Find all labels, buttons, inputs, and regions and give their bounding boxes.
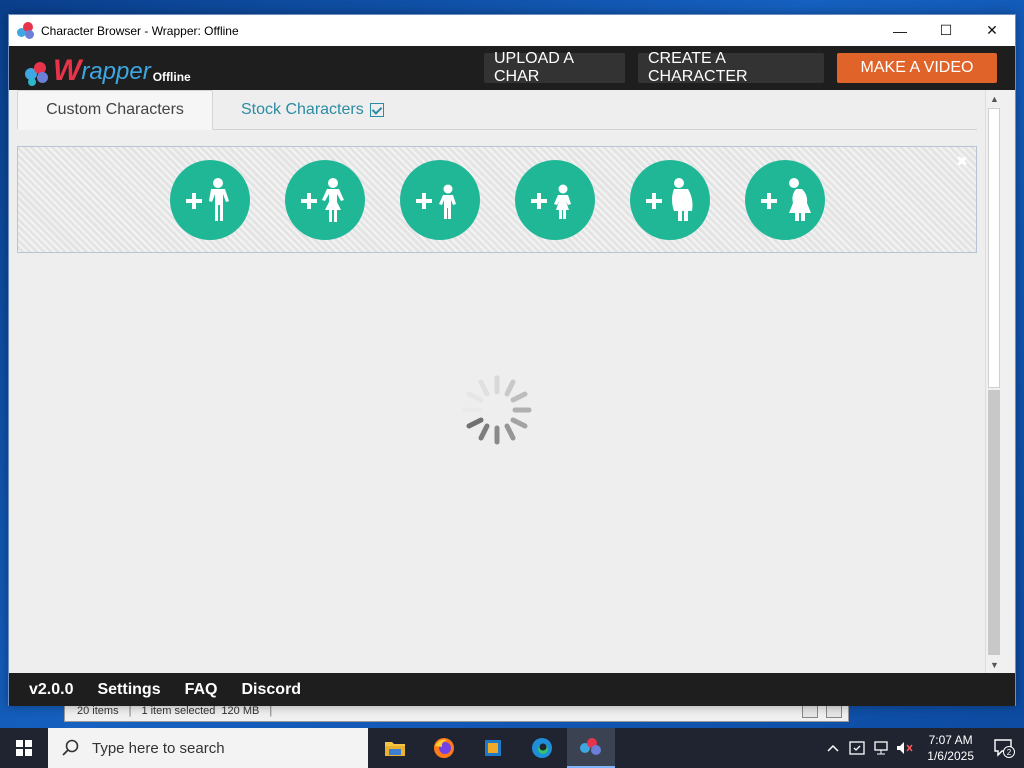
discord-link[interactable]: Discord — [242, 681, 302, 699]
add-man-button[interactable] — [170, 160, 250, 240]
wrapper-logo: W rapper Offline — [25, 52, 191, 86]
close-panel-icon[interactable]: ✖ — [956, 153, 968, 170]
explorer-selected-size: 120 MB — [221, 705, 260, 717]
tab-stock-characters[interactable]: Stock Characters — [241, 90, 391, 130]
logo-bubbles-icon — [25, 58, 55, 86]
clock-time: 7:07 AM — [928, 733, 973, 747]
title-bar[interactable]: Character Browser - Wrapper: Offline — ☐… — [9, 15, 1015, 46]
loading-spinner-icon — [462, 375, 532, 445]
taskbar-search-box[interactable]: Type here to search — [48, 728, 368, 768]
logo-w: W — [53, 54, 82, 87]
volume-muted-icon[interactable] — [893, 741, 917, 755]
upload-char-button[interactable]: UPLOAD A CHAR — [484, 50, 625, 85]
network-icon[interactable] — [869, 741, 893, 755]
tab-custom-characters[interactable]: Custom Characters — [17, 90, 213, 130]
firefox-icon — [434, 738, 454, 758]
search-placeholder: Type here to search — [92, 739, 225, 757]
app-header: W rapper Offline UPLOAD A CHAR CREATE A … — [9, 46, 1015, 90]
wrapper-app-icon — [17, 21, 35, 40]
version-label: v2.0.0 — [29, 680, 74, 698]
system-tray: 7:07 AM 1/6/2025 2 — [821, 728, 1024, 768]
scrollbar-track[interactable] — [988, 390, 1000, 655]
scroll-down-arrow-icon[interactable]: ▼ — [986, 656, 1003, 673]
add-girl-button[interactable] — [515, 160, 595, 240]
show-hidden-icons-chevron-icon[interactable] — [821, 744, 845, 752]
details-view-icon[interactable] — [802, 704, 818, 718]
windows-logo-icon — [16, 740, 32, 756]
add-boy-icon — [416, 184, 456, 219]
explorer-view-toggle[interactable] — [802, 704, 842, 718]
character-tabs: Custom Characters Stock Characters — [17, 90, 977, 130]
scrollbar-thumb[interactable] — [988, 108, 1000, 388]
add-large-woman-button[interactable] — [745, 160, 825, 240]
explorer-item-count: 20 items — [77, 705, 119, 717]
vertical-scrollbar[interactable]: ▲ ▼ — [985, 90, 1002, 673]
minimize-button[interactable]: — — [877, 15, 923, 46]
add-large-woman-icon — [761, 178, 811, 221]
add-large-man-icon — [646, 178, 693, 221]
edge-icon — [532, 738, 552, 758]
explorer-selected-count: 1 item selected — [141, 705, 216, 717]
maximize-button[interactable]: ☐ — [923, 15, 969, 46]
character-browser-content: Custom Characters Stock Characters ✖ — [9, 90, 985, 673]
faq-link[interactable]: FAQ — [185, 681, 218, 699]
app-footer: v2.0.0 Settings FAQ Discord — [9, 673, 1015, 706]
checkbox-dropdown-icon[interactable] — [369, 103, 384, 117]
start-button[interactable] — [0, 728, 48, 768]
taskbar-firefox[interactable] — [420, 728, 468, 768]
window-title: Character Browser - Wrapper: Offline — [41, 23, 239, 38]
close-button[interactable]: ✕ — [969, 15, 1015, 46]
scroll-up-arrow-icon[interactable]: ▲ — [986, 90, 1003, 107]
notification-count: 2 — [1007, 748, 1012, 757]
virtualbox-icon — [485, 740, 501, 756]
logo-text: rapper — [81, 58, 151, 85]
window-controls: — ☐ ✕ — [877, 15, 1015, 46]
folder-icon — [385, 742, 405, 756]
add-woman-icon — [301, 178, 344, 222]
character-browser-window: Character Browser - Wrapper: Offline — ☐… — [8, 14, 1016, 706]
add-woman-button[interactable] — [285, 160, 365, 240]
create-character-button[interactable]: CREATE A CHARACTER — [638, 50, 824, 85]
taskbar-clock[interactable]: 7:07 AM 1/6/2025 — [917, 732, 984, 764]
search-icon — [62, 739, 79, 756]
notification-icon: 2 — [994, 739, 1015, 758]
action-center-button[interactable]: 2 — [984, 738, 1024, 758]
wrapper-taskbar-icon — [580, 738, 601, 755]
add-boy-button[interactable] — [400, 160, 480, 240]
logo-offline-tag: Offline — [152, 70, 191, 84]
taskbar-file-explorer[interactable] — [371, 728, 419, 768]
taskbar-wrapper-app[interactable] — [567, 728, 615, 768]
make-video-button[interactable]: MAKE A VIDEO — [837, 53, 997, 83]
add-character-panel: ✖ — [17, 146, 977, 253]
settings-link[interactable]: Settings — [97, 681, 160, 699]
tiles-view-icon[interactable] — [826, 704, 842, 718]
taskbar-edge[interactable] — [518, 728, 566, 768]
add-large-man-button[interactable] — [630, 160, 710, 240]
taskbar: Type here to search 7:07 AM 1/6/2025 2 — [0, 728, 1024, 768]
tab-stock-label: Stock Characters — [241, 101, 364, 118]
clock-date: 1/6/2025 — [927, 749, 974, 763]
security-icon[interactable] — [845, 741, 869, 755]
add-girl-icon — [531, 184, 571, 219]
taskbar-virtualbox[interactable] — [469, 728, 517, 768]
add-man-icon — [186, 178, 229, 221]
